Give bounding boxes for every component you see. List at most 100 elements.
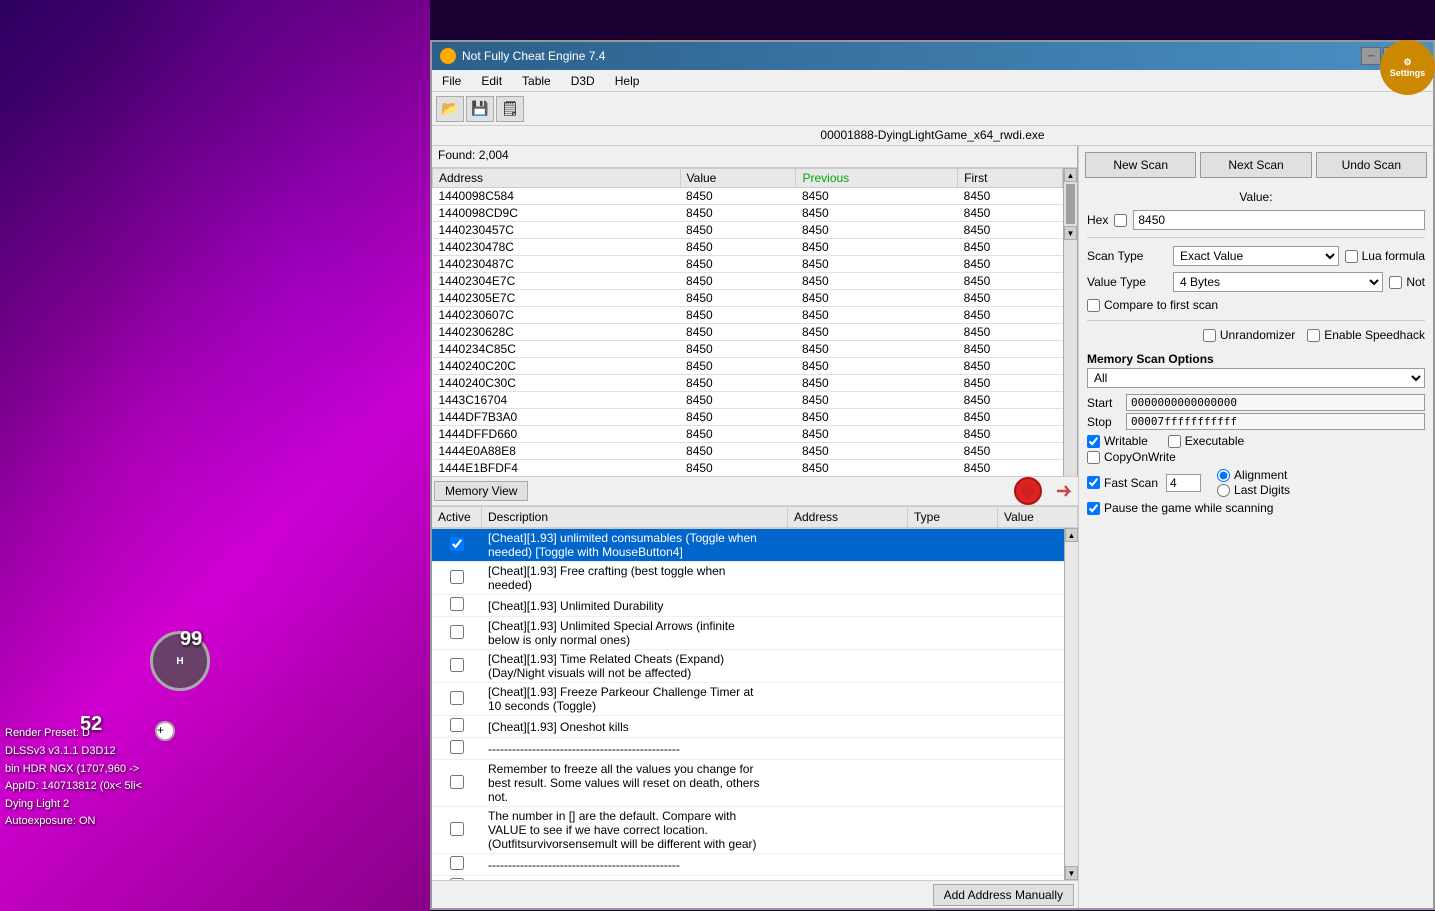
next-scan-button[interactable]: Next Scan (1200, 152, 1311, 178)
cheat-active-checkbox[interactable] (450, 691, 464, 705)
table-row[interactable]: 1440098C584 8450 8450 8450 (433, 188, 1063, 205)
table-row[interactable]: 1443C16704 8450 8450 8450 (433, 392, 1063, 409)
table-row[interactable]: 1440234C85C 8450 8450 8450 (433, 341, 1063, 358)
list-item[interactable]: [Cheat][1.93] Time Related Cheats (Expan… (432, 650, 1064, 683)
lua-formula-checkbox[interactable] (1345, 250, 1358, 263)
value-input[interactable] (1133, 210, 1425, 230)
table-row[interactable]: 1440230487C 8450 8450 8450 (433, 256, 1063, 273)
cheat-active-cell (432, 854, 482, 876)
list-item[interactable]: ----------------------------------------… (432, 738, 1064, 760)
table-row[interactable]: 1440230457C 8450 8450 8450 (433, 222, 1063, 239)
minimize-button[interactable]: ─ (1361, 47, 1381, 65)
menu-help[interactable]: Help (605, 70, 650, 91)
menu-d3d[interactable]: D3D (561, 70, 605, 91)
compare-first-checkbox[interactable] (1087, 299, 1100, 312)
memory-view-button[interactable]: Memory View (434, 481, 528, 501)
stop-scan-button[interactable] (1014, 477, 1042, 505)
scroll-down[interactable]: ▼ (1064, 226, 1077, 240)
unrandomizer-checkbox[interactable] (1203, 329, 1216, 342)
cheat-scrollbar[interactable]: ▲ ▼ (1064, 528, 1078, 880)
scroll-up[interactable]: ▲ (1064, 168, 1077, 182)
start-input[interactable] (1126, 394, 1425, 411)
cell-value: 8450 (680, 239, 796, 256)
new-scan-button[interactable]: New Scan (1085, 152, 1196, 178)
table-row[interactable]: 1444E0A88E8 8450 8450 8450 (433, 443, 1063, 460)
save-button[interactable]: 💾 (466, 96, 494, 122)
list-item[interactable]: The number in [] are the default. Compar… (432, 807, 1064, 854)
cheat-scroll-down[interactable]: ▼ (1065, 866, 1078, 880)
cheat-type-cell (894, 529, 984, 562)
list-item[interactable]: [Cheat][1.93] unlimited consumables (Tog… (432, 529, 1064, 562)
alignment-radio[interactable] (1217, 469, 1230, 482)
hex-checkbox[interactable] (1114, 214, 1127, 227)
table-row[interactable]: 1444DF7B3A0 8450 8450 8450 (433, 409, 1063, 426)
cow-checkbox[interactable] (1087, 451, 1100, 464)
writable-checkbox[interactable] (1087, 435, 1100, 448)
last-digits-radio[interactable] (1217, 484, 1230, 497)
red-arrow-icon[interactable] (1054, 480, 1076, 502)
scroll-thumb[interactable] (1066, 184, 1075, 224)
table-row[interactable]: 1440240C20C 8450 8450 8450 (433, 358, 1063, 375)
cell-first: 8450 (958, 443, 1063, 460)
cheat-list-container[interactable]: [Cheat][1.93] unlimited consumables (Tog… (432, 528, 1064, 880)
cheat-active-checkbox[interactable] (450, 658, 464, 672)
table-row[interactable]: 1440230478C 8450 8450 8450 (433, 239, 1063, 256)
cell-first: 8450 (958, 273, 1063, 290)
list-item[interactable]: [Cheat][1.93] Unlimited Special Arrows (… (432, 617, 1064, 650)
list-item[interactable]: ----------------------------------------… (432, 854, 1064, 876)
fast-scan-input[interactable] (1166, 474, 1201, 492)
table-row[interactable]: 14402304E7C 8450 8450 8450 (433, 273, 1063, 290)
value-type-select[interactable]: 4 Bytes (1173, 272, 1383, 292)
cell-address: 1440240C30C (433, 375, 681, 392)
cheat-active-checkbox[interactable] (450, 625, 464, 639)
cheat-header: Active Description Address Type Value (432, 506, 1078, 528)
list-item[interactable]: Remember to freeze all the values you ch… (432, 760, 1064, 807)
scan-table-container[interactable]: Address Value Previous First 1440098C584… (432, 168, 1063, 476)
undo-scan-button[interactable]: Undo Scan (1316, 152, 1427, 178)
table-row[interactable]: 1440230607C 8450 8450 8450 (433, 307, 1063, 324)
cell-first: 8450 (958, 392, 1063, 409)
save2-button[interactable]: 🗒 (496, 96, 524, 122)
cell-address: 1444E1BFDF4 (433, 460, 681, 477)
table-row[interactable]: 1440098CD9C 8450 8450 8450 (433, 205, 1063, 222)
menu-edit[interactable]: Edit (471, 70, 512, 91)
cheat-active-checkbox[interactable] (450, 775, 464, 789)
list-item[interactable]: [Cheat][1.93] Freeze Parkeour Challenge … (432, 683, 1064, 716)
fast-scan-checkbox[interactable] (1087, 476, 1100, 489)
table-row[interactable]: 1440240C30C 8450 8450 8450 (433, 375, 1063, 392)
game-hud-text: Render Preset: D DLSSv3 v3.1.1 D3D12 bin… (5, 725, 142, 831)
pause-game-checkbox[interactable] (1087, 502, 1100, 515)
menu-table[interactable]: Table (512, 70, 561, 91)
stop-input[interactable] (1126, 413, 1425, 430)
list-item[interactable]: [Cheat][1.93] Oneshot kills </td> (432, 716, 1064, 738)
cheat-active-checkbox[interactable] (450, 537, 464, 551)
cheat-active-checkbox[interactable] (450, 740, 464, 754)
scan-type-select[interactable]: Exact Value (1173, 246, 1339, 266)
settings-badge[interactable]: ⚙ Settings (1380, 40, 1435, 95)
table-row[interactable]: 1444DFFD660 8450 8450 8450 (433, 426, 1063, 443)
cheat-active-checkbox[interactable] (450, 570, 464, 584)
memory-region-select[interactable]: All (1087, 368, 1425, 388)
cheat-active-checkbox[interactable] (450, 718, 464, 732)
cheat-active-checkbox[interactable] (450, 597, 464, 611)
cheat-active-checkbox[interactable] (450, 856, 464, 870)
scan-scrollbar[interactable]: ▲ ▼ (1063, 168, 1077, 476)
table-row[interactable]: 1440230628C 8450 8450 8450 (433, 324, 1063, 341)
table-row[interactable]: 14402305E7C 8450 8450 8450 (433, 290, 1063, 307)
cheat-scroll-up[interactable]: ▲ (1065, 528, 1078, 542)
menu-file[interactable]: File (432, 70, 471, 91)
process-bar: 00001888-DyingLightGame_x64_rwdi.exe (432, 126, 1433, 146)
cheat-active-checkbox[interactable] (450, 822, 464, 836)
open-button[interactable]: 📂 (436, 96, 464, 122)
cheat-type-cell (894, 683, 984, 716)
list-item[interactable]: [Cheat][1.93] Unlimited Durability </td> (432, 595, 1064, 617)
not-checkbox[interactable] (1389, 276, 1402, 289)
table-row[interactable]: 1444E1BFDF4 8450 8450 8450 (433, 460, 1063, 477)
col-first: First (958, 169, 1063, 188)
add-address-button[interactable]: Add Address Manually (933, 884, 1074, 906)
speedhack-checkbox[interactable] (1307, 329, 1320, 342)
found-count: Found: 2,004 (438, 148, 509, 162)
executable-checkbox[interactable] (1168, 435, 1181, 448)
list-item[interactable]: [Cheat][1.93] Free crafting (best toggle… (432, 562, 1064, 595)
cheat-active-cell (432, 683, 482, 716)
